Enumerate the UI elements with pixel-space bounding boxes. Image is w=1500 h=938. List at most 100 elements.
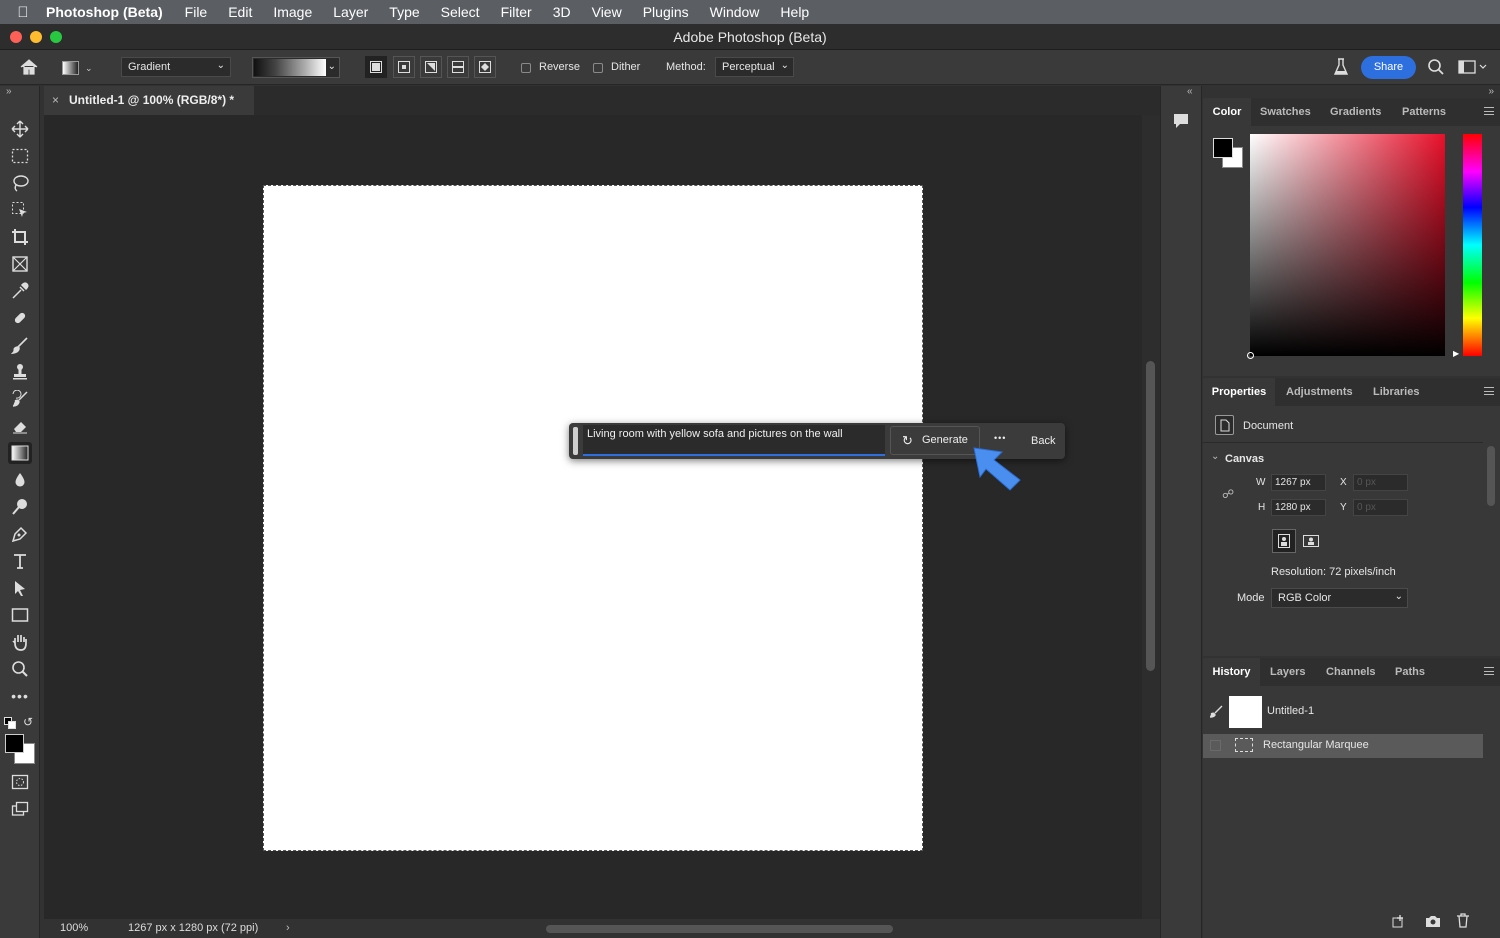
type-tool-icon[interactable] [8, 550, 32, 572]
share-button[interactable]: Share [1361, 56, 1416, 79]
swap-colors-icon[interactable]: ↺ [23, 715, 33, 729]
landscape-orientation-button[interactable] [1299, 529, 1323, 553]
menu-type[interactable]: Type [389, 4, 419, 20]
vertical-scrollbar[interactable] [1142, 115, 1160, 919]
height-input[interactable]: 1280 px [1271, 499, 1326, 516]
menu-edit[interactable]: Edit [228, 4, 252, 20]
rectangle-tool-icon[interactable] [8, 604, 32, 626]
menu-3d[interactable]: 3D [553, 4, 571, 20]
close-tab-icon[interactable]: × [52, 86, 59, 115]
minimize-window-button[interactable] [30, 31, 42, 43]
panel-menu-icon[interactable] [1484, 387, 1494, 395]
tab-swatches[interactable]: Swatches [1260, 98, 1311, 126]
zoom-window-button[interactable] [50, 31, 62, 43]
tab-layers[interactable]: Layers [1270, 658, 1305, 686]
gradient-tool-icon[interactable] [8, 442, 32, 464]
clone-stamp-tool-icon[interactable] [8, 361, 32, 383]
gradient-preset-select[interactable]: Gradient ⌄ [121, 57, 231, 77]
tab-patterns[interactable]: Patterns [1402, 98, 1446, 126]
status-menu-arrow-icon[interactable]: › [286, 919, 290, 938]
panel-menu-icon[interactable] [1484, 667, 1494, 675]
quick-mask-icon[interactable] [8, 771, 32, 793]
search-icon[interactable] [1427, 58, 1445, 79]
zoom-tool-icon[interactable] [8, 658, 32, 680]
tab-gradients[interactable]: Gradients [1330, 98, 1381, 126]
y-input[interactable]: 0 px [1353, 499, 1408, 516]
beta-labs-icon[interactable] [1333, 57, 1349, 80]
home-icon[interactable] [19, 58, 39, 79]
saturation-value-field[interactable] [1247, 134, 1445, 359]
zoom-level[interactable]: 100% [60, 919, 88, 938]
gradient-editor-swatch[interactable]: ⌄ [252, 57, 340, 78]
document-tab[interactable]: × Untitled-1 @ 100% (RGB/8*) * [44, 86, 254, 115]
color-mode-select[interactable]: RGB Color ⌄ [1271, 588, 1408, 608]
angle-gradient-button[interactable] [420, 56, 442, 78]
collapse-dock-icon[interactable]: » [1488, 86, 1494, 97]
eyedropper-tool-icon[interactable] [8, 280, 32, 302]
brush-tool-icon[interactable] [8, 334, 32, 356]
generative-prompt-input[interactable]: Living room with yellow sofa and picture… [583, 425, 885, 456]
tool-preset-picker[interactable]: ⌄ [62, 58, 100, 78]
lasso-tool-icon[interactable] [8, 172, 32, 194]
menu-layer[interactable]: Layer [333, 4, 368, 20]
radial-gradient-button[interactable] [393, 56, 415, 78]
history-brush-tool-icon[interactable] [8, 388, 32, 410]
healing-brush-tool-icon[interactable] [8, 307, 32, 329]
path-selection-tool-icon[interactable] [8, 577, 32, 599]
tab-color[interactable]: Color [1203, 98, 1251, 126]
menu-file[interactable]: File [185, 4, 208, 20]
comments-icon[interactable] [1172, 112, 1190, 135]
object-selection-tool-icon[interactable] [8, 199, 32, 221]
dither-checkbox[interactable] [593, 63, 603, 73]
menu-help[interactable]: Help [780, 4, 809, 20]
menu-view[interactable]: View [592, 4, 622, 20]
method-select[interactable]: Perceptual ⌄ [715, 57, 794, 77]
hue-slider-handle-icon[interactable]: ▶ [1453, 349, 1459, 358]
link-dimensions-icon[interactable]: ☍ [1222, 487, 1234, 501]
frame-tool-icon[interactable] [8, 253, 32, 275]
hand-tool-icon[interactable] [8, 631, 32, 653]
menu-app-name[interactable]: Photoshop (Beta) [46, 4, 163, 20]
history-state-row[interactable]: Rectangular Marquee [1203, 734, 1483, 758]
reverse-checkbox[interactable] [521, 63, 531, 73]
history-source-checkbox[interactable] [1210, 740, 1221, 751]
blur-tool-icon[interactable] [8, 469, 32, 491]
portrait-orientation-button[interactable] [1272, 529, 1296, 553]
hue-slider[interactable] [1463, 134, 1482, 356]
dodge-tool-icon[interactable] [8, 496, 32, 518]
properties-scroll-thumb[interactable] [1487, 446, 1495, 506]
move-tool-icon[interactable] [8, 118, 32, 140]
collapse-panels-icon[interactable]: « [1187, 86, 1193, 97]
new-document-from-state-icon[interactable] [1390, 914, 1406, 933]
document-canvas[interactable] [263, 185, 923, 851]
foreground-color-swatch[interactable] [5, 734, 24, 753]
marquee-tool-icon[interactable] [8, 145, 32, 167]
drag-handle[interactable] [573, 427, 578, 455]
chevron-down-icon[interactable]: ⌄ [1211, 451, 1219, 462]
workspace-switcher-icon[interactable] [1458, 59, 1488, 78]
diamond-gradient-button[interactable] [474, 56, 496, 78]
tab-properties[interactable]: Properties [1203, 378, 1275, 406]
screen-mode-icon[interactable] [8, 798, 32, 820]
reflected-gradient-button[interactable] [447, 56, 469, 78]
close-window-button[interactable] [10, 31, 22, 43]
apple-icon[interactable]:  [0, 4, 46, 21]
menu-filter[interactable]: Filter [501, 4, 532, 20]
horizontal-scroll-thumb[interactable] [546, 925, 893, 933]
history-brush-source-icon[interactable] [1208, 704, 1224, 721]
tab-paths[interactable]: Paths [1395, 658, 1425, 686]
pen-tool-icon[interactable] [8, 523, 32, 545]
menu-window[interactable]: Window [710, 4, 760, 20]
menu-plugins[interactable]: Plugins [643, 4, 689, 20]
color-picker-handle[interactable] [1247, 352, 1254, 359]
tab-channels[interactable]: Channels [1326, 658, 1376, 686]
snapshot-camera-icon[interactable] [1425, 914, 1441, 933]
tab-adjustments[interactable]: Adjustments [1286, 378, 1353, 406]
delete-trash-icon[interactable] [1456, 913, 1470, 933]
expand-toolbar-icon[interactable]: » [6, 86, 12, 97]
panel-menu-icon[interactable] [1484, 107, 1494, 115]
generate-button[interactable]: ↻ Generate [890, 426, 980, 455]
history-snapshot-row[interactable]: Untitled-1 [1203, 692, 1483, 730]
more-options-icon[interactable]: ••• [994, 433, 1006, 443]
tab-history[interactable]: History [1203, 658, 1260, 686]
